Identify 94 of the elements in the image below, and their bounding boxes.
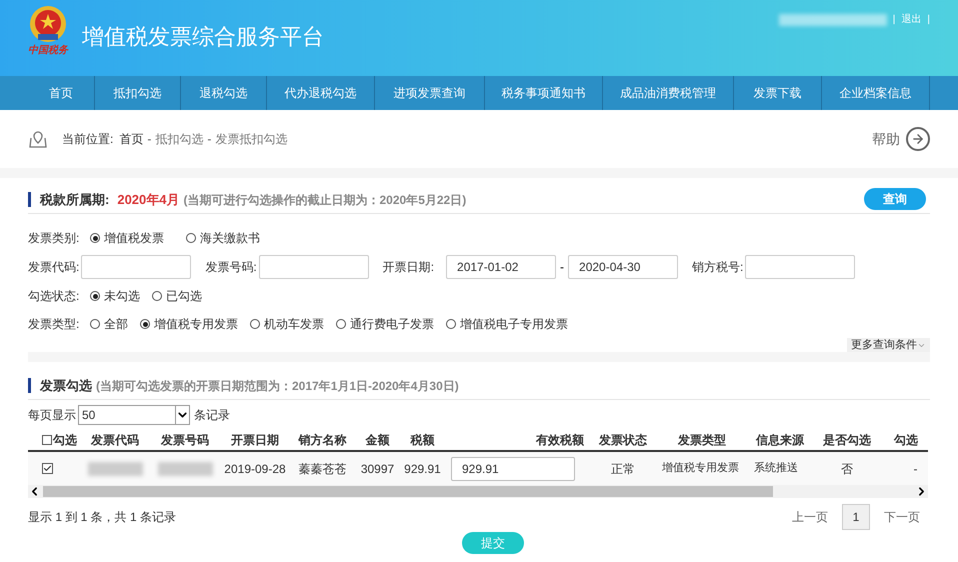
filter-label: 开票日期: xyxy=(382,259,434,276)
column-header: 税额 xyxy=(400,429,445,451)
next-page-link[interactable]: 下一页 xyxy=(884,508,920,526)
nav-item[interactable]: 发票下载 xyxy=(734,76,822,110)
section-title: 税款所属期: xyxy=(40,190,110,209)
page-size-select[interactable]: 50 xyxy=(78,405,190,425)
emblem-icon xyxy=(28,4,68,44)
select-all-checkbox[interactable]: 勾选 xyxy=(28,429,80,451)
column-header: 发票号码 xyxy=(150,429,220,451)
nav-item[interactable]: 首页 xyxy=(28,76,95,110)
column-header: 销方名称 xyxy=(290,429,355,451)
column-header: 发票类型 xyxy=(656,429,748,451)
column-header: 开票日期 xyxy=(220,429,290,451)
column-header: 勾选 xyxy=(882,429,928,451)
horizontal-scrollbar[interactable] xyxy=(28,485,928,498)
radio-label[interactable]: 增值税发票 xyxy=(104,229,164,247)
radio-label[interactable]: 海关缴款书 xyxy=(200,229,260,247)
record-summary: 显示 1 到 1 条，共 1 条记录 xyxy=(28,509,176,526)
filter-label: 发票号码: xyxy=(205,259,257,276)
filter-label: 勾选状态: xyxy=(28,288,80,305)
radio-label[interactable]: 增值税专用发票 xyxy=(154,315,238,333)
nav-item[interactable]: 成品油消费税管理 xyxy=(603,76,734,110)
radio-button[interactable] xyxy=(140,319,150,329)
filter-label: 发票类型: xyxy=(28,316,80,333)
radio-button[interactable] xyxy=(186,233,196,243)
section-note: (当期可进行勾选操作的截止日期为：2020年5月22日) xyxy=(184,192,466,208)
nav-item[interactable]: 进项发票查询 xyxy=(375,76,485,110)
radio-label[interactable]: 机动车发票 xyxy=(264,315,324,333)
section-title: 发票勾选 xyxy=(40,376,92,395)
radio-label[interactable]: 通行费电子发票 xyxy=(350,315,434,333)
column-header: 有效税额 xyxy=(445,429,590,451)
nav-item[interactable]: 企业档案信息 xyxy=(822,76,930,110)
table-cell: 系统推送 xyxy=(754,462,798,474)
nav-item[interactable]: 税务事项通知书 xyxy=(485,76,603,110)
breadcrumb-link[interactable]: 首页 xyxy=(119,130,144,148)
radio-button[interactable] xyxy=(336,319,346,329)
section-note: (当期可勾选发票的开票日期范围为：2017年1月1日-2020年4月30日) xyxy=(96,378,459,394)
tax-input-field[interactable]: 929.91 xyxy=(451,456,575,480)
nav-item[interactable]: 退税勾选 xyxy=(181,76,267,110)
filter-label: 发票代码: xyxy=(28,259,80,276)
prev-page-link[interactable]: 上一页 xyxy=(792,508,828,526)
input-field[interactable] xyxy=(258,255,369,279)
radio-label[interactable]: 全部 xyxy=(104,315,128,333)
table-cell: 30997 xyxy=(360,462,394,476)
radio-button[interactable] xyxy=(250,319,260,329)
table-cell: 蓁蓁苍苍 xyxy=(298,462,346,476)
logo-text: 中国税务 xyxy=(28,46,68,56)
page-size-label: 每页显示 xyxy=(28,407,76,424)
separator: | xyxy=(927,13,930,27)
column-header: 金额 xyxy=(355,429,400,451)
nav-item[interactable]: 抵扣勾选 xyxy=(95,76,181,110)
breadcrumb-label: 当前位置: xyxy=(62,131,114,148)
radio-button[interactable] xyxy=(90,319,100,329)
dropdown-arrow-icon xyxy=(175,406,189,424)
row-checkbox[interactable] xyxy=(42,463,53,474)
input-field[interactable] xyxy=(745,255,856,279)
range-separator: - xyxy=(560,259,564,276)
location-icon xyxy=(28,130,48,148)
platform-title: 增值税发票综合服务平台 xyxy=(82,23,324,51)
table-cell: 2019-09-28 xyxy=(224,462,286,476)
page-button[interactable]: 1 xyxy=(842,504,870,530)
filter-label: 发票类别: xyxy=(28,230,80,247)
table-cell: - xyxy=(914,462,918,476)
blurred-value xyxy=(88,462,142,476)
period-value: 2020年4月 xyxy=(117,190,180,209)
table-cell: 正常 xyxy=(611,462,635,476)
radio-button[interactable] xyxy=(90,291,100,301)
radio-button[interactable] xyxy=(446,319,456,329)
column-header: 发票代码 xyxy=(80,429,150,451)
column-header: 发票状态 xyxy=(590,429,656,451)
radio-button[interactable] xyxy=(90,233,100,243)
breadcrumb-separator: - xyxy=(147,131,152,148)
radio-label[interactable]: 未勾选 xyxy=(104,287,140,305)
input-field[interactable]: 2017-01-02 xyxy=(446,255,556,279)
input-field[interactable]: 2020-04-30 xyxy=(568,255,678,279)
filter-label: 销方税号: xyxy=(692,259,744,276)
input-field[interactable] xyxy=(81,255,192,279)
breadcrumb-separator: - xyxy=(207,131,212,148)
radio-label[interactable]: 增值税电子专用发票 xyxy=(460,315,568,333)
page-size-suffix: 条记录 xyxy=(194,407,230,424)
breadcrumb-link[interactable]: 抵扣勾选 xyxy=(155,130,204,148)
table-cell: 否 xyxy=(841,462,853,476)
blurred-value xyxy=(158,462,212,476)
table-cell: 929.91 xyxy=(404,462,441,476)
nav-item[interactable]: 代办退税勾选 xyxy=(267,76,375,110)
breadcrumb-link[interactable]: 发票抵扣勾选 xyxy=(215,130,288,148)
column-header: 信息来源 xyxy=(748,429,812,451)
radio-button[interactable] xyxy=(152,291,162,301)
help-link[interactable]: 帮助 xyxy=(872,128,900,150)
separator: | xyxy=(892,13,896,27)
more-conditions-toggle[interactable]: 更多查询条件 xyxy=(847,338,930,352)
column-header: 是否勾选 xyxy=(812,429,882,451)
table-cell: 增值税专用发票 xyxy=(662,462,739,474)
radio-label[interactable]: 已勾选 xyxy=(166,287,202,305)
